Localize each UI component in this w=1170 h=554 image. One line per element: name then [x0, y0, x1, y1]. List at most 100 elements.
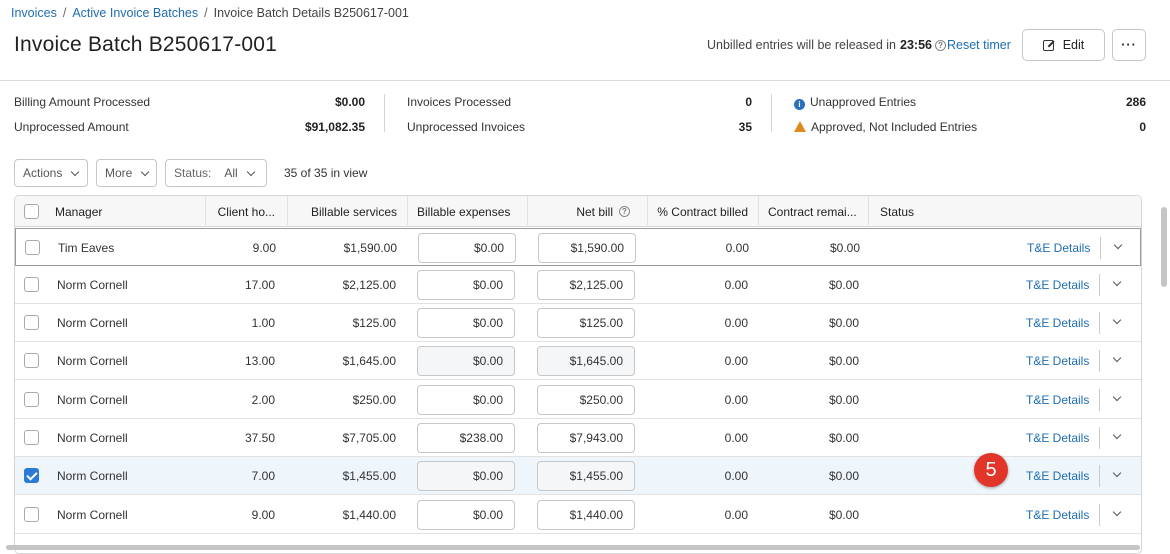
- contract-billed-pct: 0.00: [724, 354, 748, 368]
- table-row[interactable]: Norm Cornell 17.00 $2,125.00 $0.00 $2,125.00…: [15, 266, 1141, 304]
- column-header-net-bill[interactable]: Net bill: [527, 205, 613, 219]
- contract-billed-pct: 0.00: [724, 508, 748, 522]
- horizontal-scrollbar[interactable]: [6, 545, 1140, 550]
- row-action-divider: [1099, 504, 1100, 526]
- header-divider: [0, 80, 1170, 81]
- te-details-link[interactable]: T&E Details: [1026, 354, 1089, 368]
- stat-label: Unapproved Entries: [810, 95, 917, 109]
- contract-remaining: $0.00: [828, 393, 859, 407]
- help-icon[interactable]: ?: [934, 39, 946, 51]
- column-divider: [868, 196, 869, 227]
- reset-timer-link[interactable]: Reset timer: [947, 38, 1011, 52]
- te-details-link[interactable]: T&E Details: [1026, 431, 1089, 445]
- row-checkbox[interactable]: [24, 430, 39, 445]
- contract-billed-pct: 0.00: [724, 278, 748, 292]
- billable-services: $7,705.00: [342, 431, 396, 445]
- billable-services: $1,590.00: [343, 241, 397, 255]
- breadcrumb-invoices[interactable]: Invoices: [11, 6, 57, 20]
- chevron-down-icon: [141, 167, 150, 176]
- column-header-billable-expenses[interactable]: Billable expenses: [417, 205, 510, 219]
- billable-services: $2,125.00: [342, 278, 396, 292]
- row-checkbox[interactable]: [24, 277, 39, 292]
- column-header-contract-billed[interactable]: % Contract billed: [647, 205, 748, 219]
- row-action-divider: [1100, 237, 1101, 259]
- stat-label: Approved, Not Included Entries: [811, 120, 978, 134]
- te-details-link[interactable]: T&E Details: [1026, 393, 1089, 407]
- column-header-manager[interactable]: Manager: [55, 205, 102, 219]
- breadcrumb: Invoices / Active Invoice Batches / Invoice …: [11, 6, 409, 20]
- te-details-link[interactable]: T&E Details: [1027, 241, 1090, 255]
- breadcrumb-active-batches[interactable]: Active Invoice Batches: [72, 6, 198, 20]
- column-header-client-hours[interactable]: Client ho...: [205, 205, 275, 219]
- net-bill-input[interactable]: $1,440.00: [537, 500, 635, 530]
- warning-icon: [794, 121, 806, 132]
- billable-expenses-input[interactable]: $0.00: [418, 233, 516, 263]
- table-row[interactable]: Norm Cornell 9.00 $1,440.00 $0.00 $1,440.00 0…: [15, 496, 1141, 534]
- contract-remaining: $0.00: [828, 431, 859, 445]
- chevron-down-icon[interactable]: [1112, 277, 1122, 287]
- table-row[interactable]: Norm Cornell 1.00 $125.00 $0.00 $125.00 0.00 $…: [15, 304, 1141, 342]
- row-checkbox[interactable]: [24, 315, 39, 330]
- net-bill-input[interactable]: $7,943.00: [537, 423, 635, 453]
- edit-button[interactable]: Edit: [1022, 29, 1105, 61]
- column-header-status[interactable]: Status: [880, 205, 914, 219]
- table-row[interactable]: Norm Cornell 2.00 $250.00 $0.00 $250.00 0.00 $…: [15, 381, 1141, 419]
- te-details-link[interactable]: T&E Details: [1026, 278, 1089, 292]
- chevron-down-icon[interactable]: [1112, 507, 1122, 517]
- column-header-billable-services[interactable]: Billable services: [287, 205, 397, 219]
- stat-label: Unprocessed Invoices: [407, 120, 526, 134]
- row-checkbox[interactable]: [24, 468, 39, 483]
- net-bill-input[interactable]: $1,590.00: [538, 233, 636, 263]
- net-bill-input[interactable]: $250.00: [537, 385, 635, 415]
- te-details-link[interactable]: T&E Details: [1026, 469, 1089, 483]
- vertical-scrollbar[interactable]: [1161, 207, 1167, 287]
- row-checkbox[interactable]: [24, 353, 39, 368]
- row-checkbox[interactable]: [25, 240, 40, 255]
- billable-expenses-input[interactable]: $238.00: [417, 423, 515, 453]
- column-divider: [758, 196, 759, 227]
- row-action-divider: [1099, 465, 1100, 487]
- net-bill-input[interactable]: $2,125.00: [537, 270, 635, 300]
- actions-dropdown[interactable]: Actions: [14, 159, 88, 187]
- chevron-down-icon[interactable]: [1112, 353, 1122, 363]
- stat-value: $91,082.35: [304, 120, 365, 134]
- table-row[interactable]: Norm Cornell 37.50 $7,705.00 $238.00 $7,943.…: [15, 419, 1141, 457]
- row-action-divider: [1099, 350, 1100, 372]
- row-checkbox[interactable]: [24, 507, 39, 522]
- chevron-down-icon[interactable]: [1112, 315, 1122, 325]
- chevron-down-icon[interactable]: [1112, 468, 1122, 478]
- te-details-link[interactable]: T&E Details: [1026, 316, 1089, 330]
- billable-expenses-input[interactable]: $0.00: [417, 385, 515, 415]
- billable-expenses-input[interactable]: $0.00: [417, 270, 515, 300]
- step-badge: 5: [974, 453, 1008, 487]
- select-all-checkbox[interactable]: [24, 204, 39, 219]
- chevron-down-icon[interactable]: [1113, 240, 1123, 250]
- more-options-button[interactable]: ···: [1112, 29, 1146, 61]
- chevron-down-icon[interactable]: [1112, 430, 1122, 440]
- table-row[interactable]: Norm Cornell 7.00 $1,455.00 $0.00 $1,455.00 0…: [15, 457, 1141, 495]
- stat-label: Invoices Processed: [407, 95, 512, 109]
- stats-divider: [771, 94, 772, 132]
- table-row[interactable]: Tim Eaves 9.00 $1,590.00 $0.00 $1,590.00 0.00…: [15, 228, 1141, 266]
- column-header-contract-remaining[interactable]: Contract remai...: [768, 205, 857, 219]
- chevron-down-icon[interactable]: [1112, 392, 1122, 402]
- net-bill-input[interactable]: $1,645.00: [537, 346, 635, 376]
- table-row[interactable]: Norm Cornell 13.00 $1,645.00 $0.00 $1,645.00…: [15, 342, 1141, 380]
- billable-expenses-input[interactable]: $0.00: [417, 346, 515, 376]
- billable-expenses-input[interactable]: $0.00: [417, 500, 515, 530]
- te-details-link[interactable]: T&E Details: [1026, 508, 1089, 522]
- manager-name: Norm Cornell: [57, 354, 128, 368]
- table-header: Manager Client ho... Billable services B…: [15, 196, 1141, 227]
- net-bill-input[interactable]: $125.00: [537, 308, 635, 338]
- breadcrumb-separator: /: [62, 6, 67, 20]
- row-checkbox[interactable]: [24, 392, 39, 407]
- contract-billed-pct: 0.00: [724, 469, 748, 483]
- more-dropdown[interactable]: More: [96, 159, 157, 187]
- column-divider: [407, 196, 408, 227]
- billable-expenses-input[interactable]: $0.00: [417, 461, 515, 491]
- status-filter[interactable]: Status: All: [165, 159, 267, 187]
- billable-expenses-input[interactable]: $0.00: [417, 308, 515, 338]
- row-action-divider: [1099, 389, 1100, 411]
- net-bill-input[interactable]: $1,455.00: [537, 461, 635, 491]
- help-icon[interactable]: ?: [619, 206, 630, 217]
